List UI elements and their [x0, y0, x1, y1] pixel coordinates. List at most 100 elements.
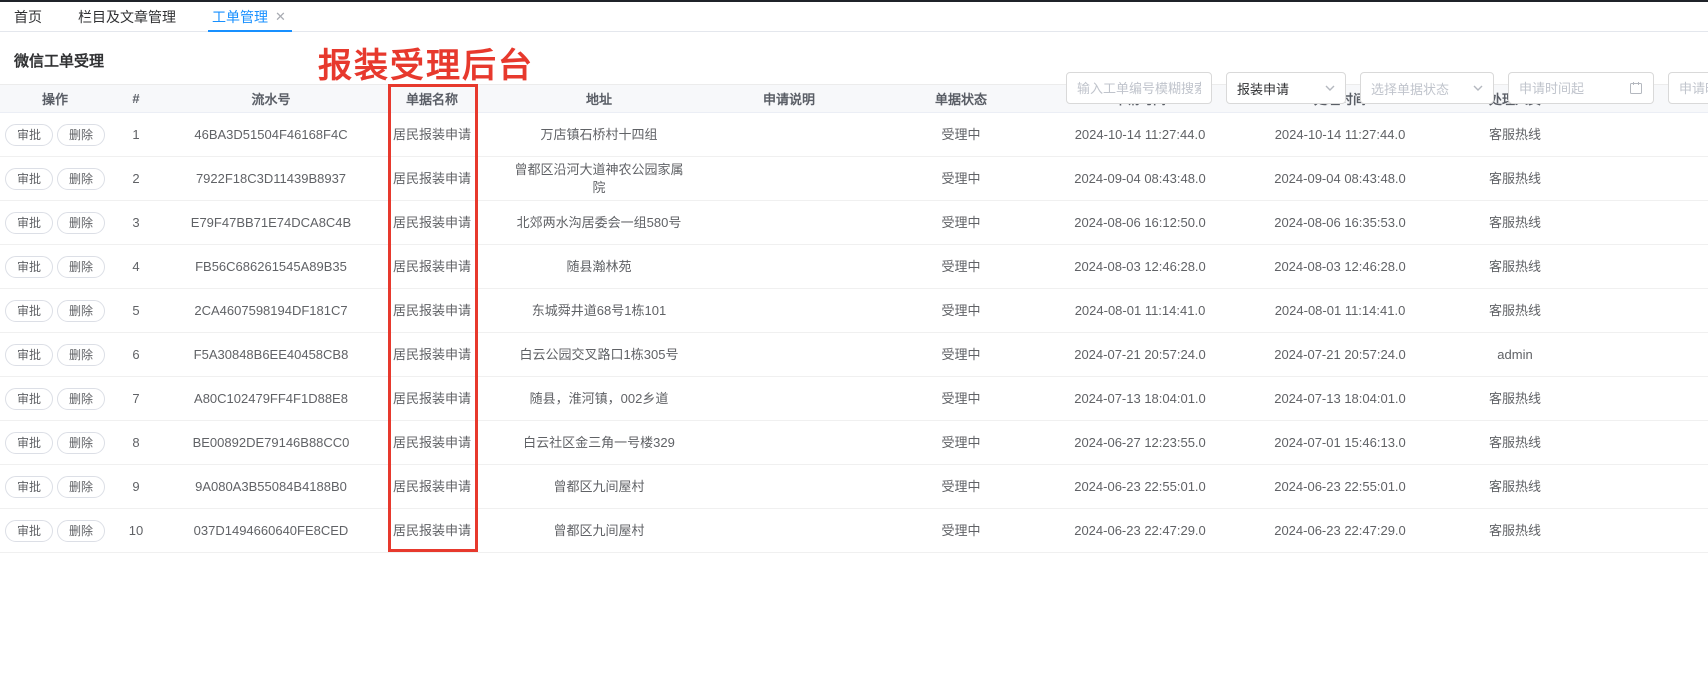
table-row: 审批删除 10 037D1494660640FE8CED 居民报装申请 曾都区九… [0, 509, 1708, 553]
tab-bar: 首页 栏目及文章管理 工单管理 ✕ [0, 2, 1708, 32]
filler-cell [1572, 245, 1708, 289]
serial-number: 037D1494660640FE8CED [162, 509, 380, 553]
delete-button[interactable]: 删除 [57, 256, 105, 278]
apply-date-start-input[interactable] [1519, 81, 1623, 96]
column-header-description: 申请说明 [714, 85, 864, 113]
actions-cell: 审批删除 [0, 377, 110, 421]
status: 受理中 [864, 465, 1058, 509]
apply-time: 2024-07-13 18:04:01.0 [1058, 377, 1222, 421]
delete-button[interactable]: 删除 [57, 520, 105, 542]
approve-button[interactable]: 审批 [5, 256, 53, 278]
work-order-table: 操作 # 流水号 单据名称 地址 申请说明 单据状态 申请时间 处理时间 处理人… [0, 84, 1708, 553]
process-time: 2024-08-06 16:35:53.0 [1222, 201, 1458, 245]
approve-button[interactable]: 审批 [5, 124, 53, 146]
filler-cell [1572, 377, 1708, 421]
process-time: 2024-07-01 15:46:13.0 [1222, 421, 1458, 465]
delete-button[interactable]: 删除 [57, 432, 105, 454]
process-time: 2024-07-13 18:04:01.0 [1222, 377, 1458, 421]
address: 北郊两水沟居委会一组580号 [484, 201, 714, 245]
process-time: 2024-10-14 11:27:44.0 [1222, 113, 1458, 157]
row-index: 4 [110, 245, 162, 289]
delete-button[interactable]: 删除 [57, 212, 105, 234]
row-index: 6 [110, 333, 162, 377]
approve-button[interactable]: 审批 [5, 476, 53, 498]
address: 曾都区沿河大道神农公园家属院 [484, 157, 714, 201]
filler-cell [1572, 421, 1708, 465]
apply-date-end-input[interactable] [1679, 81, 1708, 96]
delete-button[interactable]: 删除 [57, 476, 105, 498]
delete-button[interactable]: 删除 [57, 168, 105, 190]
table-row: 审批删除 3 E79F47BB71E74DCA8C4B 居民报装申请 北郊两水沟… [0, 201, 1708, 245]
tab-article-management[interactable]: 栏目及文章管理 [78, 2, 176, 31]
order-status-select[interactable]: 选择单据状态 [1360, 72, 1494, 104]
serial-number: 7922F18C3D11439B8937 [162, 157, 380, 201]
approve-button[interactable]: 审批 [5, 212, 53, 234]
delete-button[interactable]: 删除 [57, 388, 105, 410]
process-time: 2024-08-03 12:46:28.0 [1222, 245, 1458, 289]
table-row: 审批删除 6 F5A30848B6EE40458CB8 居民报装申请 白云公园交… [0, 333, 1708, 377]
description [714, 377, 864, 421]
apply-time: 2024-08-01 11:14:41.0 [1058, 289, 1222, 333]
tab-work-orders[interactable]: 工单管理 ✕ [212, 2, 286, 31]
tab-home[interactable]: 首页 [14, 2, 42, 31]
actions-cell: 审批删除 [0, 509, 110, 553]
close-tab-icon[interactable]: ✕ [275, 10, 286, 23]
address: 随县瀚林苑 [484, 245, 714, 289]
serial-number: BE00892DE79146B88CC0 [162, 421, 380, 465]
process-time: 2024-09-04 08:43:48.0 [1222, 157, 1458, 201]
status: 受理中 [864, 245, 1058, 289]
handler: 客服热线 [1458, 289, 1572, 333]
serial-number: 46BA3D51504F46168F4C [162, 113, 380, 157]
description [714, 201, 864, 245]
apply-time: 2024-06-27 12:23:55.0 [1058, 421, 1222, 465]
serial-number: E79F47BB71E74DCA8C4B [162, 201, 380, 245]
chevron-down-icon [1473, 83, 1483, 93]
process-time: 2024-06-23 22:47:29.0 [1222, 509, 1458, 553]
apply-time: 2024-06-23 22:47:29.0 [1058, 509, 1222, 553]
delete-button[interactable]: 删除 [57, 300, 105, 322]
doc-name: 居民报装申请 [380, 333, 484, 377]
handler: 客服热线 [1458, 245, 1572, 289]
delete-button[interactable]: 删除 [57, 124, 105, 146]
description [714, 289, 864, 333]
filler-cell [1572, 113, 1708, 157]
actions-cell: 审批删除 [0, 421, 110, 465]
order-number-search-input[interactable] [1077, 81, 1201, 96]
description [714, 465, 864, 509]
status: 受理中 [864, 509, 1058, 553]
description [714, 157, 864, 201]
doc-name: 居民报装申请 [380, 289, 484, 333]
column-header-status: 单据状态 [864, 85, 1058, 113]
approve-button[interactable]: 审批 [5, 300, 53, 322]
toolbar: 微信工单受理 报装申请 选择单据状态 [0, 32, 1708, 84]
address: 东城舜井道68号1栋101 [484, 289, 714, 333]
tab-article-management-label: 栏目及文章管理 [78, 7, 176, 27]
serial-number: FB56C686261545A89B35 [162, 245, 380, 289]
delete-button[interactable]: 删除 [57, 344, 105, 366]
table-row: 审批删除 5 2CA4607598194DF181C7 居民报装申请 东城舜井道… [0, 289, 1708, 333]
approve-button[interactable]: 审批 [5, 168, 53, 190]
serial-number: A80C102479FF4F1D88E8 [162, 377, 380, 421]
approve-button[interactable]: 审批 [5, 388, 53, 410]
process-time: 2024-07-21 20:57:24.0 [1222, 333, 1458, 377]
address: 曾都区九间屋村 [484, 465, 714, 509]
address: 白云社区金三角一号楼329 [484, 421, 714, 465]
doc-name: 居民报装申请 [380, 377, 484, 421]
doc-name: 居民报装申请 [380, 421, 484, 465]
doc-name: 居民报装申请 [380, 157, 484, 201]
filler-cell [1572, 509, 1708, 553]
description [714, 421, 864, 465]
approve-button[interactable]: 审批 [5, 344, 53, 366]
address: 白云公园交叉路口1栋305号 [484, 333, 714, 377]
approve-button[interactable]: 审批 [5, 520, 53, 542]
approve-button[interactable]: 审批 [5, 432, 53, 454]
order-type-select[interactable]: 报装申请 [1226, 72, 1346, 104]
calendar-icon[interactable] [1629, 81, 1643, 95]
actions-cell: 审批删除 [0, 157, 110, 201]
column-header-serial: 流水号 [162, 85, 380, 113]
page-title: 微信工单受理 [14, 50, 104, 71]
apply-date-start-wrapper [1508, 72, 1654, 104]
apply-time: 2024-09-04 08:43:48.0 [1058, 157, 1222, 201]
row-index: 5 [110, 289, 162, 333]
description [714, 245, 864, 289]
